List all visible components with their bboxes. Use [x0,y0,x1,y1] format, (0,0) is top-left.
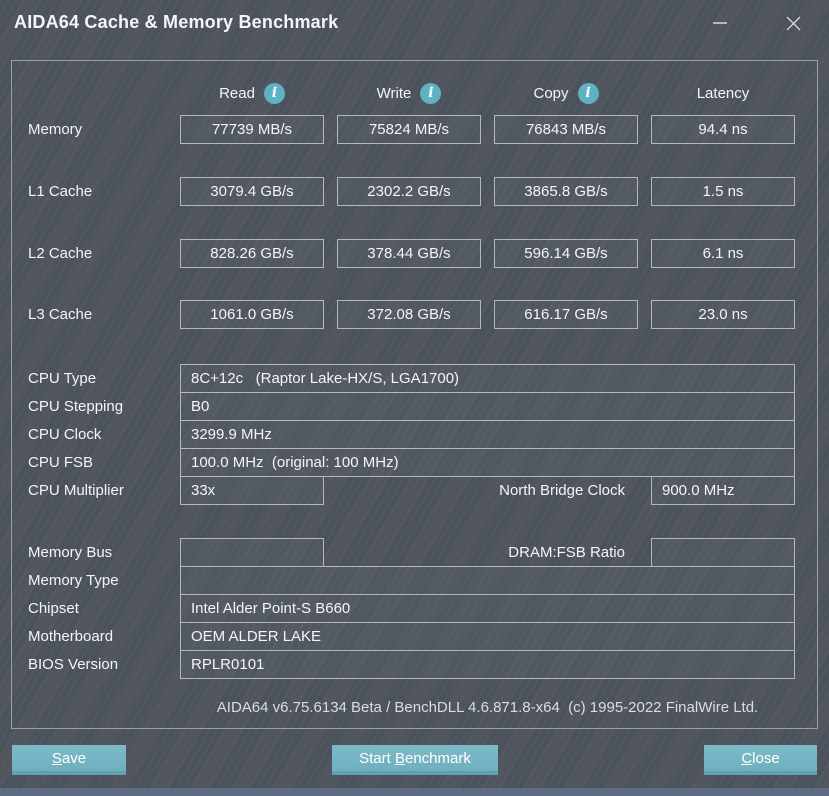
copy-info-icon[interactable]: i [578,83,599,104]
bios-version-row: BIOS Version RPLR0101 [28,650,795,679]
north-bridge-clock-label: North Bridge Clock [337,476,638,505]
memory-type-label: Memory Type [28,566,167,595]
write-column-label: Write [377,85,412,102]
memory-bus-row: Memory Bus DRAM:FSB Ratio [28,538,795,567]
l1-latency-value: 1.5 ns [651,177,795,206]
cpu-fsb-value: 100.0 MHz (original: 100 MHz) [180,448,795,477]
minimize-button[interactable] [703,8,737,38]
chipset-label: Chipset [28,594,167,623]
cpu-stepping-label: CPU Stepping [28,392,167,421]
cpu-type-value: 8C+12c (Raptor Lake-HX/S, LGA1700) [180,364,795,393]
l3-write-value: 372.08 GB/s [337,300,481,329]
column-header-row: Read i Write i Copy i Latency [28,82,795,104]
l2-write-value: 378.44 GB/s [337,239,481,268]
save-button[interactable]: Save [12,745,126,775]
column-header-copy: Copy i [494,82,638,104]
close-button[interactable]: Close [704,745,817,775]
north-bridge-clock-value: 900.0 MHz [651,476,795,505]
cpu-type-label: CPU Type [28,364,167,393]
window-title: AIDA64 Cache & Memory Benchmark [14,12,338,33]
l3-cache-row-label: L3 Cache [28,300,167,329]
memory-latency-value: 94.4 ns [651,115,795,144]
l2-read-value: 828.26 GB/s [180,239,324,268]
l2-latency-value: 6.1 ns [651,239,795,268]
memory-write-value: 75824 MB/s [337,115,481,144]
latency-column-label: Latency [697,85,750,102]
cpu-clock-label: CPU Clock [28,420,167,449]
chipset-row: Chipset Intel Alder Point-S B660 [28,594,795,623]
l3-cache-benchmark-row: L3 Cache 1061.0 GB/s 372.08 GB/s 616.17 … [28,300,795,329]
cpu-multiplier-value: 33x [180,476,324,505]
column-header-write: Write i [337,82,481,104]
bios-version-label: BIOS Version [28,650,167,679]
memory-benchmark-row: Memory 77739 MB/s 75824 MB/s 76843 MB/s … [28,115,795,144]
chipset-value: Intel Alder Point-S B660 [180,594,795,623]
read-column-label: Read [219,85,255,102]
copy-column-label: Copy [533,85,568,102]
version-text: AIDA64 v6.75.6134 Beta / BenchDLL 4.6.87… [180,699,795,716]
l2-cache-benchmark-row: L2 Cache 828.26 GB/s 378.44 GB/s 596.14 … [28,239,795,268]
close-icon [785,15,802,32]
write-info-icon[interactable]: i [420,83,441,104]
dram-fsb-ratio-value [651,538,795,567]
memory-row-label: Memory [28,115,167,144]
l1-cache-benchmark-row: L1 Cache 3079.4 GB/s 2302.2 GB/s 3865.8 … [28,177,795,206]
l1-cache-row-label: L1 Cache [28,177,167,206]
aida64-benchmark-window: { "window": { "title": "AIDA64 Cache & M… [0,0,829,796]
memory-bus-label: Memory Bus [28,538,167,567]
l1-write-value: 2302.2 GB/s [337,177,481,206]
motherboard-value: OEM ALDER LAKE [180,622,795,651]
start-benchmark-button[interactable]: Start Benchmark [332,745,498,775]
cpu-fsb-row: CPU FSB 100.0 MHz (original: 100 MHz) [28,448,795,477]
motherboard-row: Motherboard OEM ALDER LAKE [28,622,795,651]
l2-cache-row-label: L2 Cache [28,239,167,268]
cpu-clock-row: CPU Clock 3299.9 MHz [28,420,795,449]
l3-copy-value: 616.17 GB/s [494,300,638,329]
l1-read-value: 3079.4 GB/s [180,177,324,206]
close-window-button[interactable] [776,8,810,38]
minimize-icon [712,15,728,31]
memory-bus-value [180,538,324,567]
cpu-multiplier-label: CPU Multiplier [28,476,167,505]
l3-latency-value: 23.0 ns [651,300,795,329]
cpu-type-row: CPU Type 8C+12c (Raptor Lake-HX/S, LGA17… [28,364,795,393]
dram-fsb-ratio-label: DRAM:FSB Ratio [337,538,638,567]
l1-copy-value: 3865.8 GB/s [494,177,638,206]
l2-copy-value: 596.14 GB/s [494,239,638,268]
background-window-edge [0,788,829,796]
cpu-clock-value: 3299.9 MHz [180,420,795,449]
column-header-latency: Latency [651,82,795,104]
memory-copy-value: 76843 MB/s [494,115,638,144]
bios-version-value: RPLR0101 [180,650,795,679]
board-info-section: Memory Bus DRAM:FSB Ratio Memory Type Ch… [28,538,795,679]
motherboard-label: Motherboard [28,622,167,651]
memory-type-row: Memory Type [28,566,795,595]
l3-read-value: 1061.0 GB/s [180,300,324,329]
cpu-stepping-value: B0 [180,392,795,421]
column-header-read: Read i [180,82,324,104]
cpu-stepping-row: CPU Stepping B0 [28,392,795,421]
cpu-info-section: CPU Type 8C+12c (Raptor Lake-HX/S, LGA17… [28,364,795,505]
memory-type-value [180,566,795,595]
cpu-multiplier-row: CPU Multiplier 33x North Bridge Clock 90… [28,476,795,505]
read-info-icon[interactable]: i [264,83,285,104]
cpu-fsb-label: CPU FSB [28,448,167,477]
memory-read-value: 77739 MB/s [180,115,324,144]
